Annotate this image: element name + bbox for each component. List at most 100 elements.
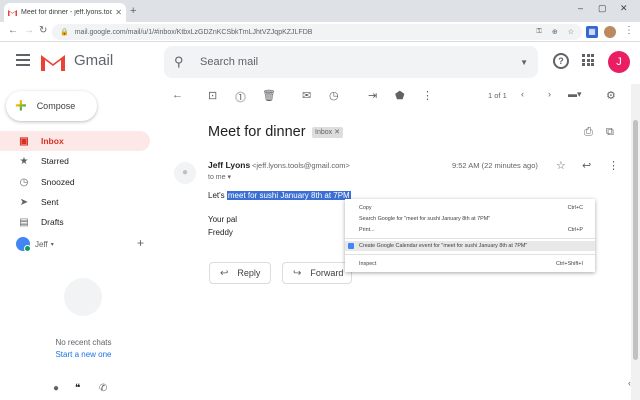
report-spam-icon[interactable]: ⓵	[235, 89, 246, 105]
reply-button[interactable]: ↩ Reply	[209, 262, 272, 284]
print-icon[interactable]: ⎙	[584, 126, 593, 139]
sidebar-item-label: Drafts	[41, 217, 64, 227]
browser-tab-strip: Meet for dinner - jeff.lyons.tools ✕ + –…	[0, 0, 640, 22]
sidebar-item-label: Inbox	[41, 136, 64, 146]
hangouts-user[interactable]: Jeff ▾	[16, 237, 54, 252]
bookmark-star-icon[interactable]: ☆	[568, 28, 574, 36]
delete-icon[interactable]: 🗑	[262, 89, 276, 102]
sender-name[interactable]: Jeff Lyons	[208, 160, 250, 170]
google-apps-icon[interactable]	[582, 54, 594, 66]
hangouts-avatar	[16, 237, 31, 252]
forward-button[interactable]: ↪ Forward	[282, 262, 352, 284]
menu-item-shortcut: Ctrl+C	[567, 205, 583, 211]
show-side-panel-chevron-icon[interactable]: ‹	[628, 378, 631, 388]
open-new-window-icon[interactable]: ⧉	[606, 126, 614, 139]
more-options-icon[interactable]: ⋮	[422, 89, 433, 102]
browser-tab-title: Meet for dinner - jeff.lyons.tools	[21, 9, 113, 16]
account-avatar[interactable]: J	[608, 51, 630, 73]
compose-plus-icon: +	[15, 95, 27, 117]
hangouts-user-name: Jeff	[35, 239, 48, 249]
mark-unread-icon[interactable]: ✉	[302, 89, 311, 102]
forward-arrow-icon[interactable]: →	[24, 25, 34, 36]
start-new-chat-link[interactable]: Start a new one	[0, 350, 167, 359]
new-tab-icon[interactable]: +	[130, 5, 136, 17]
message-body-line: Let's meet for sushi January 8th at 7PM	[208, 191, 351, 200]
sidebar-item-drafts[interactable]: ▤ Drafts	[0, 212, 150, 232]
zoom-icon[interactable]: ⊕	[552, 28, 558, 36]
gmail-logo-text: Gmail	[74, 52, 114, 69]
move-to-icon[interactable]: ⇥	[368, 89, 377, 102]
label-chip-text: Inbox	[315, 129, 333, 136]
menu-divider	[345, 238, 595, 239]
extension-calendar-icon[interactable]: ▦	[586, 26, 598, 38]
gmail-logo-icon	[41, 55, 65, 71]
reply-icon[interactable]: ↩	[582, 159, 591, 172]
lock-icon: 🔒	[60, 29, 69, 36]
gmail-favicon-icon	[8, 10, 17, 16]
forward-icon: ↪	[293, 267, 302, 279]
compose-label: Compose	[36, 101, 76, 111]
context-menu-search-google[interactable]: Search Google for "meet for sushi Januar…	[345, 214, 595, 224]
compose-button[interactable]: + Compose	[6, 91, 97, 121]
browser-tab[interactable]: Meet for dinner - jeff.lyons.tools ✕	[4, 3, 126, 22]
older-chevron-icon[interactable]: ›	[548, 89, 551, 99]
hangouts-icon[interactable]: ❝	[75, 383, 80, 394]
back-arrow-icon[interactable]: ←	[8, 25, 18, 36]
sender-email: <jeff.lyons.tools@gmail.com>	[252, 161, 350, 170]
sidebar-item-sent[interactable]: ➤ Sent	[0, 192, 150, 212]
tab-close-icon[interactable]: ✕	[115, 8, 122, 17]
sidebar-item-snoozed[interactable]: ◷ Snoozed	[0, 172, 150, 192]
hangouts-placeholder-icon	[64, 278, 102, 316]
chevron-down-icon: ▾	[50, 241, 54, 248]
url-text: mail.google.com/mail/u/1/#inbox/KtbxLzGD…	[74, 28, 313, 36]
star-icon[interactable]: ☆	[556, 159, 566, 172]
input-tools-icon[interactable]: ▬▾	[568, 89, 582, 100]
reload-icon[interactable]: ↻	[39, 25, 47, 36]
star-icon: ★	[19, 155, 29, 167]
message-time: 9:52 AM (22 minutes ago)	[452, 161, 538, 170]
context-menu-inspect[interactable]: Inspect Ctrl+Shift+I	[345, 259, 595, 269]
forward-label: Forward	[310, 268, 344, 278]
snooze-icon[interactable]: ◷	[329, 89, 339, 102]
recipient-details[interactable]: to me ▾	[208, 173, 231, 181]
maximize-window-icon[interactable]: ▢	[598, 3, 607, 14]
browser-address-row: ← → ↻ 🔒 mail.google.com/mail/u/1/#inbox/…	[0, 22, 640, 42]
archive-icon[interactable]: ⊡	[208, 89, 217, 102]
help-icon[interactable]: ?	[553, 53, 569, 69]
reply-label: Reply	[237, 268, 261, 278]
settings-gear-icon[interactable]: ⚙	[606, 89, 616, 102]
context-menu: Copy Ctrl+C Search Google for "meet for …	[345, 199, 595, 272]
context-menu-print[interactable]: Print... Ctrl+P	[345, 225, 595, 235]
key-icon[interactable]: ⚿	[537, 28, 542, 36]
menu-item-label: Inspect	[359, 261, 377, 267]
menu-divider	[345, 254, 595, 255]
scrollbar-thumb[interactable]	[633, 120, 638, 360]
newer-chevron-icon[interactable]: ‹	[521, 89, 524, 99]
send-icon: ➤	[19, 196, 29, 208]
search-icon[interactable]: ⚲	[174, 54, 190, 70]
context-menu-copy[interactable]: Copy Ctrl+C	[345, 203, 595, 213]
profile-icon[interactable]	[604, 26, 616, 38]
context-menu-create-calendar-event[interactable]: Create Google Calendar event for "meet f…	[345, 241, 595, 251]
draft-icon: ▤	[19, 216, 29, 228]
selected-text[interactable]: meet for sushi January 8th at 7PM	[226, 191, 351, 200]
phone-icon[interactable]: ✆	[99, 383, 107, 394]
new-conversation-icon[interactable]: +	[137, 236, 144, 250]
person-icon[interactable]: ●	[53, 383, 59, 394]
sidebar-item-starred[interactable]: ★ Starred	[0, 151, 150, 171]
minimize-window-icon[interactable]: –	[578, 3, 583, 13]
label-icon[interactable]: ⬟	[395, 89, 405, 102]
inbox-label-chip[interactable]: Inbox ✕	[312, 127, 343, 138]
more-icon[interactable]: ⋮	[608, 159, 619, 172]
close-window-icon[interactable]: ✕	[620, 3, 628, 14]
search-options-dropdown-icon[interactable]: ▼	[520, 58, 528, 67]
remove-label-icon[interactable]: ✕	[334, 129, 340, 136]
back-to-inbox-icon[interactable]: ←	[172, 89, 183, 101]
address-bar[interactable]: 🔒 mail.google.com/mail/u/1/#inbox/KtbxLz…	[52, 24, 582, 40]
search-input[interactable]: Search mail	[200, 56, 258, 68]
chrome-menu-icon[interactable]: ⋮	[624, 25, 634, 36]
search-mail-bar[interactable]: ⚲ Search mail ▼	[164, 46, 538, 78]
main-menu-icon[interactable]	[16, 54, 30, 66]
sidebar-item-inbox[interactable]: ▣ Inbox	[0, 131, 150, 151]
menu-item-label: Copy	[359, 205, 372, 211]
